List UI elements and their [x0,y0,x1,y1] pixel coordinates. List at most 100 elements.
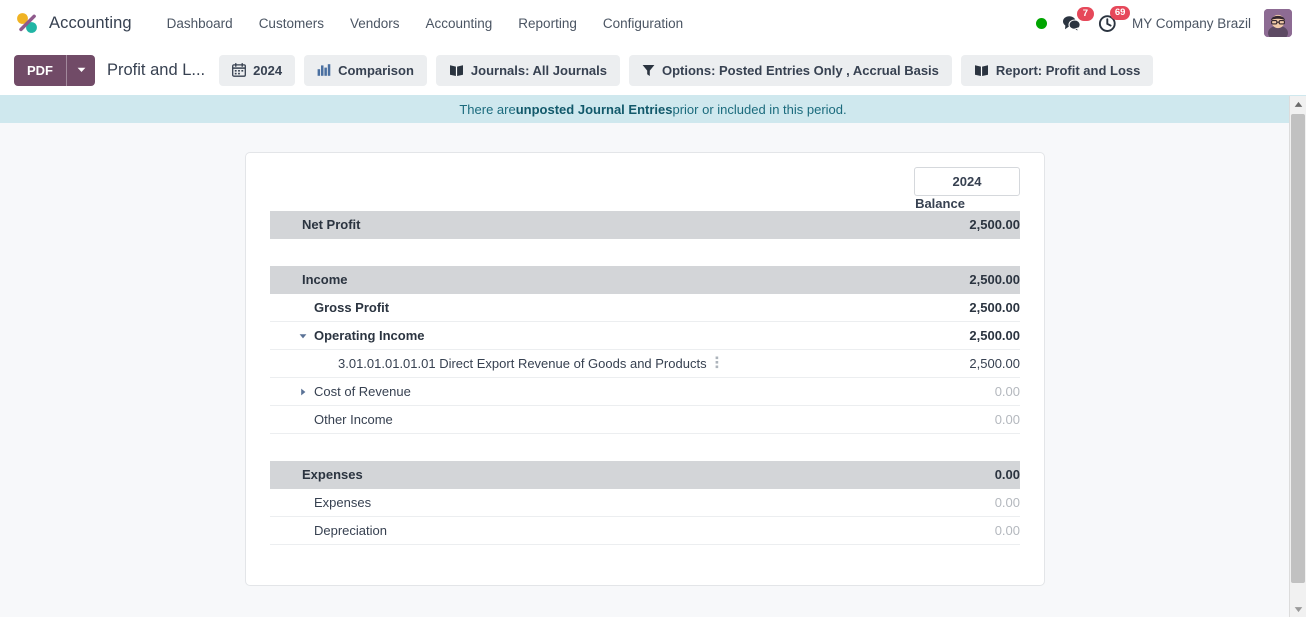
row-label: Income [302,272,348,287]
row-balance-value[interactable]: 2,500.00 [860,349,1020,378]
row-balance-value[interactable]: 2,500.00 [860,211,1020,239]
caret-down-icon [1294,606,1302,612]
date-filter-label: 2024 [253,62,283,78]
navbar-right-tools: 7 69 MY Company Brazil [1035,5,1296,37]
banner-text-prefix: There are [459,101,516,117]
column-header-balance: Balance [915,196,965,211]
journals-filter-label: Journals: All Journals [470,62,607,78]
table-section-row[interactable]: Expenses 0.00 [270,461,1020,489]
brand-label: Accounting [49,13,132,32]
menu-accounting[interactable]: Accounting [413,10,506,37]
row-label: Cost of Revenue [314,384,411,399]
date-filter[interactable]: 2024 [219,54,296,86]
options-filter-label: Options: Posted Entries Only , Accrual B… [661,62,939,78]
row-label: Depreciation [314,523,387,538]
unposted-journal-entries-link[interactable]: unposted Journal Entries [516,102,673,117]
table-row[interactable]: Gross Profit 2,500.00 [270,293,1020,322]
menu-customers[interactable]: Customers [246,10,337,37]
user-avatar[interactable] [1264,9,1292,37]
activities-badge: 69 [1110,5,1130,20]
activities-button[interactable]: 69 [1096,5,1130,35]
table-row[interactable]: Expenses 0.00 [270,488,1020,517]
report-control-panel: PDF Profit and L... 2024 Comparison Jour… [0,46,1306,94]
company-switcher[interactable]: MY Company Brazil [1132,16,1251,31]
vertical-dots-icon [715,356,718,369]
caret-up-icon [1294,101,1302,107]
menu-configuration[interactable]: Configuration [590,10,696,37]
banner-text-suffix: prior or included in this period. [672,101,847,117]
table-row[interactable]: Cost of Revenue 0.00 [270,377,1020,406]
book-icon [449,64,463,76]
page-title: Profit and L... [107,60,206,79]
profit-and-loss-table: 2024 Balance Net Profit 2,500.00 Income 2,5… [270,167,1020,545]
table-spacer-row [270,433,1020,461]
report-selector-label: Report: Profit and Loss [995,62,1141,78]
caret-down-icon [299,333,307,338]
row-label: 3.01.01.01.01.01 Direct Export Revenue o… [338,356,707,371]
row-balance-value[interactable]: 0.00 [860,377,1020,406]
row-balance-value[interactable]: 2,500.00 [860,321,1020,350]
unposted-entries-banner: There are unposted Journal Entries prior… [0,94,1306,123]
scrollbar-thumb[interactable] [1291,114,1305,583]
table-row[interactable]: Other Income 0.00 [270,405,1020,434]
row-label-cell: Other Income [270,405,860,434]
profit-and-loss-report-card: 2024 Balance Net Profit 2,500.00 Income 2,5… [245,152,1045,586]
row-balance-value[interactable]: 2,500.00 [860,266,1020,294]
row-label: Operating Income [314,328,425,343]
online-status-icon [1035,17,1047,29]
table-row[interactable]: Operating Income 2,500.00 [270,321,1020,350]
row-balance-value[interactable]: 0.00 [860,516,1020,545]
row-expand-toggle[interactable] [292,332,314,340]
chevron-down-icon [77,67,85,72]
row-label-cell: Depreciation [270,516,860,545]
table-section-row[interactable]: Income 2,500.00 [270,266,1020,294]
column-header-year[interactable]: 2024 [914,167,1020,196]
row-label-cell: Expenses [270,488,860,517]
row-balance-value[interactable]: 0.00 [860,488,1020,517]
journals-filter[interactable]: Journals: All Journals [435,54,620,86]
book-icon [974,64,988,76]
vertical-scrollbar[interactable] [1289,96,1306,617]
menu-dashboard[interactable]: Dashboard [154,10,246,37]
row-label-cell: 3.01.01.01.01.01 Direct Export Revenue o… [270,349,860,378]
comparison-filter[interactable]: Comparison [304,54,427,86]
table-row[interactable]: 3.01.01.01.01.01 Direct Export Revenue o… [270,349,1020,378]
caret-right-icon [301,388,306,395]
scroll-down-button[interactable] [1290,601,1306,617]
row-expand-toggle[interactable] [292,388,314,396]
row-label: Expenses [314,495,372,510]
row-label-cell: Expenses [270,461,860,489]
menu-reporting[interactable]: Reporting [505,10,590,37]
bar-chart-icon [317,64,331,76]
row-label-cell: Income [270,266,860,294]
row-label-cell: Net Profit [270,211,860,239]
messages-button[interactable]: 7 [1060,6,1094,34]
pdf-export-group: PDF [14,54,95,86]
row-balance-value[interactable]: 0.00 [860,405,1020,434]
scroll-up-button[interactable] [1290,96,1306,112]
pdf-dropdown-button[interactable] [66,54,95,86]
main-menu: Dashboard Customers Vendors Accounting R… [154,10,697,37]
messages-badge: 7 [1076,6,1094,21]
row-balance-value[interactable]: 0.00 [860,461,1020,489]
row-actions-button[interactable] [715,355,719,372]
row-label: Other Income [314,412,393,427]
pdf-button[interactable]: PDF [14,54,66,86]
menu-vendors[interactable]: Vendors [337,10,413,37]
row-balance-value[interactable]: 2,500.00 [860,293,1020,322]
table-row[interactable]: Depreciation 0.00 [270,516,1020,545]
row-label: Expenses [302,467,363,482]
report-content-area: 2024 Balance Net Profit 2,500.00 Income 2,5… [0,122,1290,617]
calendar-icon [232,63,247,77]
comparison-filter-label: Comparison [338,62,414,78]
row-label: Gross Profit [314,300,390,315]
table-body: Net Profit 2,500.00 Income 2,500.00 Gross Pr… [270,211,1020,545]
table-header: 2024 Balance [270,167,1020,211]
app-brand[interactable]: Accounting [12,8,138,38]
table-spacer-row [270,238,1020,266]
report-selector[interactable]: Report: Profit and Loss [960,54,1154,86]
row-label-cell: Gross Profit [270,293,860,322]
options-filter[interactable]: Options: Posted Entries Only , Accrual B… [628,54,952,86]
row-label: Net Profit [302,217,361,232]
table-section-row[interactable]: Net Profit 2,500.00 [270,211,1020,239]
